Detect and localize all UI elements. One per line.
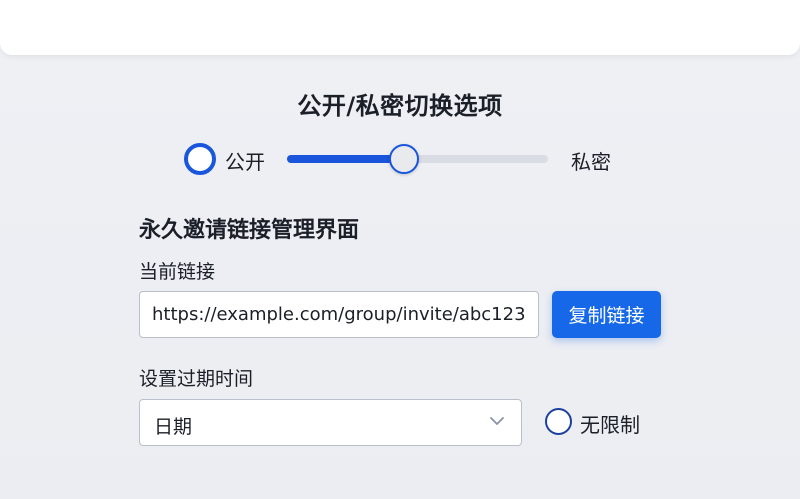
slider-thumb[interactable] <box>389 144 420 174</box>
current-link-label: 当前链接 <box>139 261 216 283</box>
expiry-label: 设置过期时间 <box>139 368 254 390</box>
invite-heading: 永久邀请链接管理界面 <box>139 218 360 243</box>
public-radio[interactable] <box>184 143 216 175</box>
visibility-title: 公开/私密切换选项 <box>297 92 503 120</box>
private-label[interactable]: 私密 <box>571 146 611 175</box>
unlimited-label[interactable]: 无限制 <box>580 409 640 438</box>
public-label[interactable]: 公开 <box>225 146 265 175</box>
chevron-down-icon <box>490 417 504 425</box>
top-card <box>0 0 800 55</box>
invite-link-input[interactable] <box>139 291 539 338</box>
copy-link-button[interactable]: 复制链接 <box>552 291 661 338</box>
screen: 公开/私密切换选项 公开 私密 永久邀请链接管理界面 当前链接 复制链接 设置过… <box>0 0 800 499</box>
slider-fill <box>287 155 405 163</box>
unlimited-radio[interactable] <box>545 408 572 435</box>
expiry-selected-value: 日期 <box>154 416 193 438</box>
visibility-slider[interactable] <box>287 144 548 174</box>
expiry-select[interactable]: 日期 <box>139 399 522 446</box>
